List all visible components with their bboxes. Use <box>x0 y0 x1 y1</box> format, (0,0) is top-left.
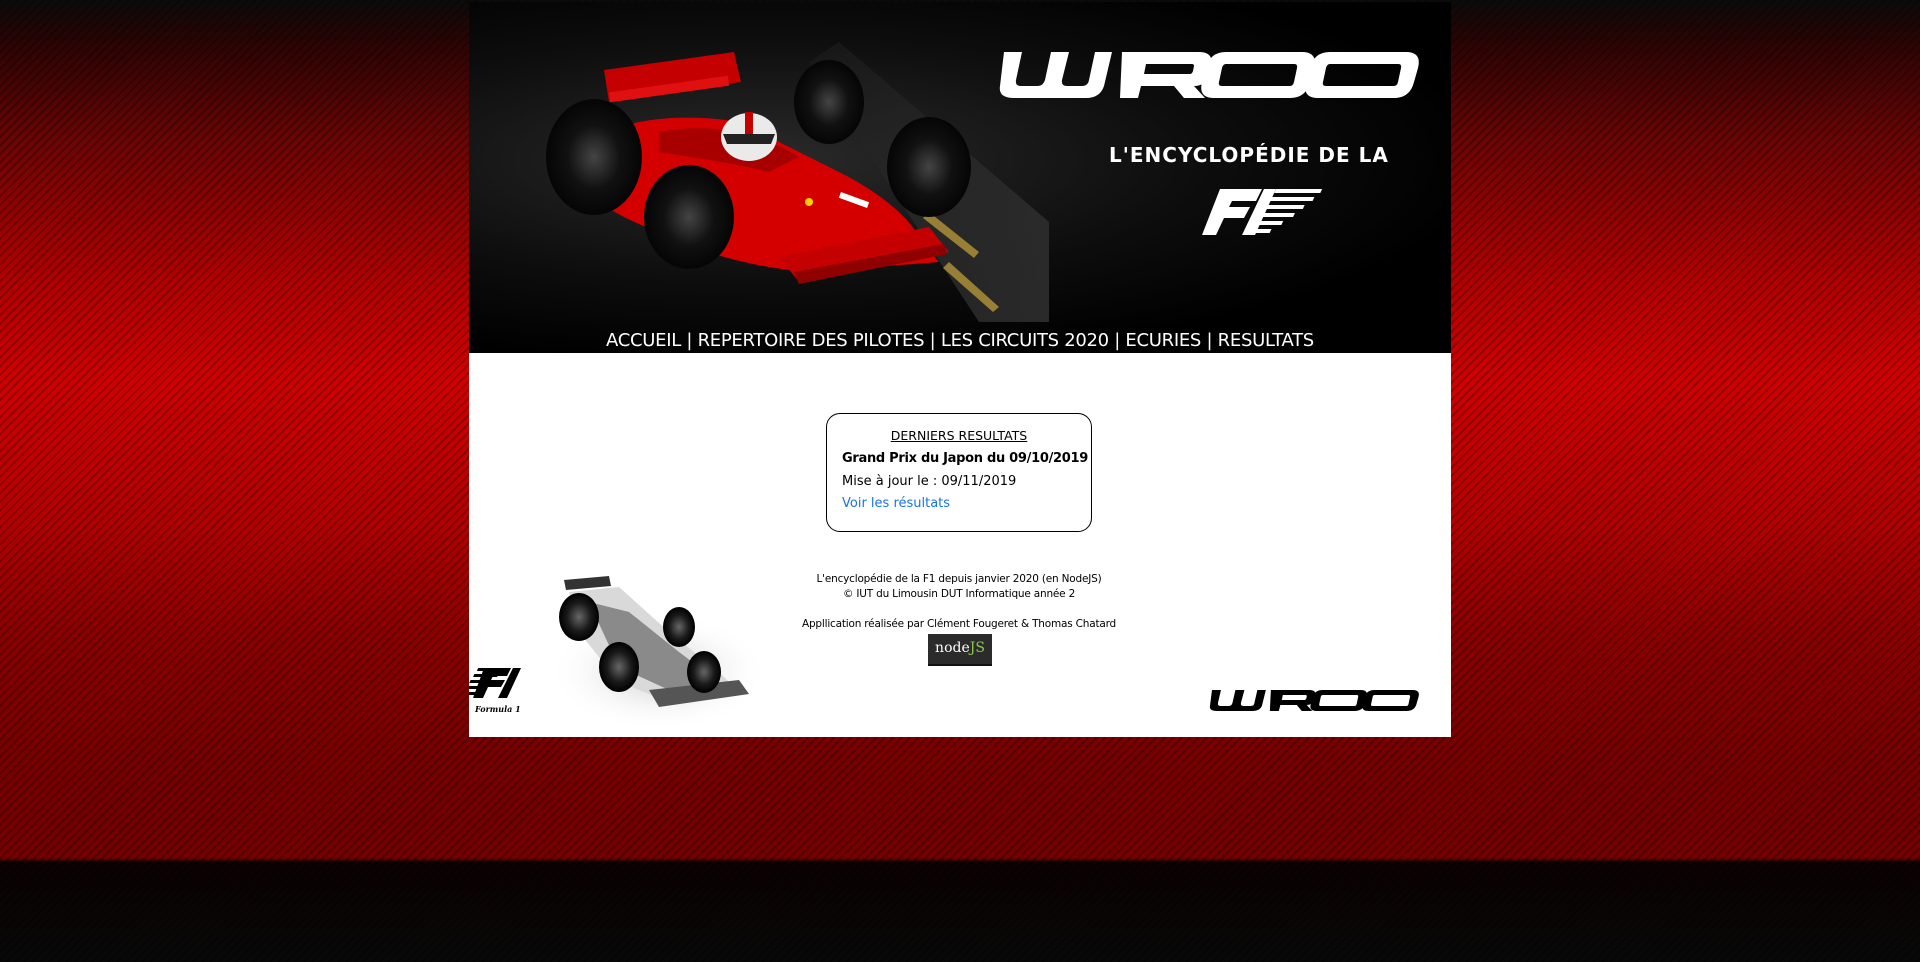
formula-1-caption: Formula 1 <box>474 704 521 714</box>
nav-separator: | <box>1114 330 1120 351</box>
nav-accueil[interactable]: ACCUEIL <box>606 330 681 351</box>
footer-f1-car-image: Formula 1 <box>469 576 769 732</box>
nodejs-logo: nodeJS <box>928 634 992 666</box>
nodejs-logo-node: node <box>935 640 970 656</box>
footer-line-1: L'encyclopédie de la F1 depuis janvier 2… <box>816 573 1102 585</box>
tagline: L'ENCYCLOPÉDIE DE LA <box>1109 143 1389 167</box>
main-nav: ACCUEIL | REPERTOIRE DES PILOTES | LES C… <box>469 330 1451 351</box>
footer-spacer <box>749 602 1169 617</box>
header-banner: L'ENCYCLOPÉDIE DE LA ACCUEIL | REPERTOIR… <box>469 2 1451 353</box>
nav-separator: | <box>686 330 693 351</box>
ferrari-car-image <box>546 42 1049 322</box>
nav-ecuries[interactable]: ECURIES <box>1125 330 1201 351</box>
view-results-link[interactable]: Voir les résultats <box>842 496 950 511</box>
nodejs-logo-js: JS <box>969 640 985 656</box>
nav-repertoire-pilotes[interactable]: REPERTOIRE DES PILOTES <box>698 330 925 351</box>
wroom-logo <box>999 52 1419 98</box>
nav-separator: | <box>1206 330 1213 351</box>
grand-prix-name: Grand Prix du Japon du 09/10/2019 <box>842 451 1089 466</box>
footer-line-2: © IUT du Limousin DUT Informatique année… <box>842 588 1076 600</box>
nav-resultats[interactable]: RESULTATS <box>1218 330 1315 351</box>
updated-date: Mise à jour le : 09/11/2019 <box>842 474 1017 489</box>
nav-separator: | <box>929 330 936 351</box>
f1-logo <box>1202 189 1323 235</box>
footer-line-3: Appllication réalisée par Clément Fouger… <box>801 618 1117 630</box>
footer-wroom-logo <box>1209 690 1419 711</box>
latest-results-box: DERNIERS RESULTATS Grand Prix du Japon d… <box>826 413 1092 532</box>
main-container: L'ENCYCLOPÉDIE DE LA ACCUEIL | REPERTOIR… <box>469 2 1451 737</box>
nav-circuits-2020[interactable]: LES CIRCUITS 2020 <box>941 330 1109 351</box>
footer-credits: L'encyclopédie de la F1 depuis janvier 2… <box>749 572 1169 632</box>
latest-results-title: DERNIERS RESULTATS <box>890 428 1028 443</box>
